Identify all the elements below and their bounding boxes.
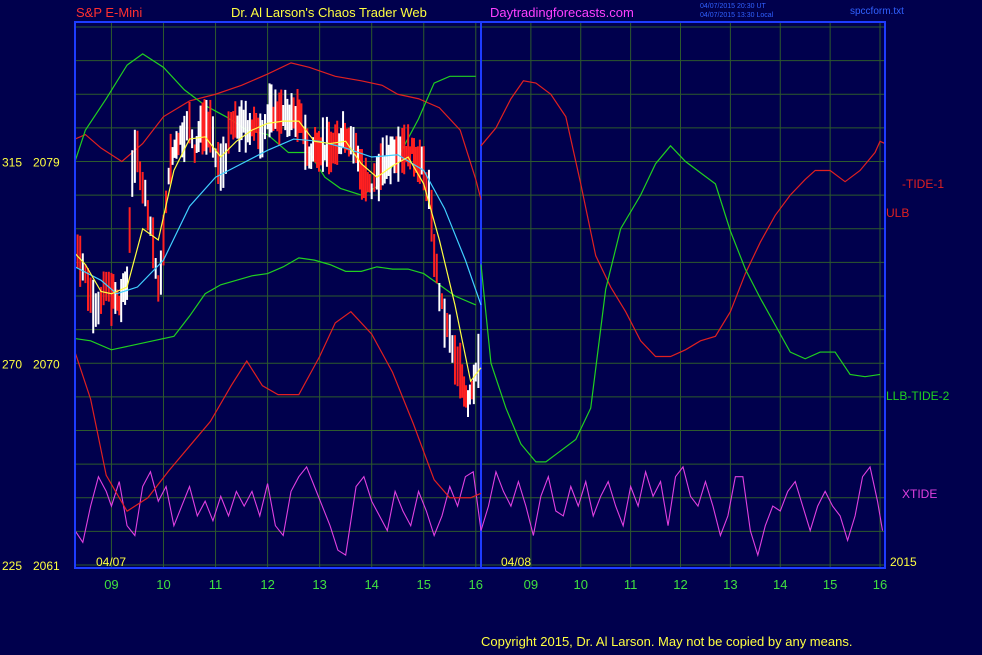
y-tick-right: 2061 — [33, 559, 60, 573]
copyright-text: Copyright 2015, Dr. Al Larson. May not b… — [481, 634, 852, 649]
label-ulb: ULB — [886, 206, 909, 220]
y-tick-left: 315 — [2, 156, 22, 170]
timestamp-local: 04/07/2015 13:30 Local — [700, 12, 774, 19]
source-file: spccform.txt — [850, 6, 904, 17]
x-tick-label: 14 — [364, 577, 378, 592]
x-tick-label: 15 — [823, 577, 837, 592]
date-label-day1: 04/07 — [96, 555, 126, 569]
chart-svg: 315 2079 270 2070 225 2061 09 10 11 12 13 14 15 16 09 1… — [0, 0, 982, 650]
y-tick-left: 270 — [2, 357, 22, 371]
x-tick-label: 12 — [673, 577, 687, 592]
x-tick-label: 13 — [312, 577, 326, 592]
symbol-title: S&P E-Mini — [76, 5, 142, 20]
label-xtide: XTIDE — [902, 487, 937, 501]
x-tick-label: 13 — [723, 577, 737, 592]
x-tick-label: 09 — [104, 577, 118, 592]
timestamp-ut: 04/07/2015 20:30 UT — [700, 3, 766, 10]
x-tick-label: 14 — [773, 577, 787, 592]
y-tick-left: 225 — [2, 559, 22, 573]
chaos-trader-chart: 315 2079 270 2070 225 2061 09 10 11 12 13 14 15 16 09 1… — [0, 0, 982, 650]
x-tick-label: 12 — [260, 577, 274, 592]
date-label-day2: 04/08 — [501, 555, 531, 569]
label-tide1: -TIDE-1 — [902, 177, 944, 191]
x-tick-label: 10 — [156, 577, 170, 592]
x-tick-label: 16 — [873, 577, 887, 592]
y-tick-right: 2079 — [33, 156, 60, 170]
site-link[interactable]: Daytradingforecasts.com — [490, 5, 634, 20]
x-tick-label: 15 — [417, 577, 431, 592]
label-tide2: LLB-TIDE-2 — [886, 389, 950, 403]
y-tick-right: 2070 — [33, 357, 60, 371]
x-tick-label: 10 — [574, 577, 588, 592]
x-tick-label: 11 — [209, 577, 223, 592]
chart-title: Dr. Al Larson's Chaos Trader Web — [231, 5, 427, 20]
x-tick-label: 11 — [624, 577, 638, 592]
chart-background — [0, 0, 982, 650]
x-tick-label: 09 — [524, 577, 538, 592]
x-tick-label: 16 — [469, 577, 483, 592]
year-label: 2015 — [890, 555, 917, 569]
